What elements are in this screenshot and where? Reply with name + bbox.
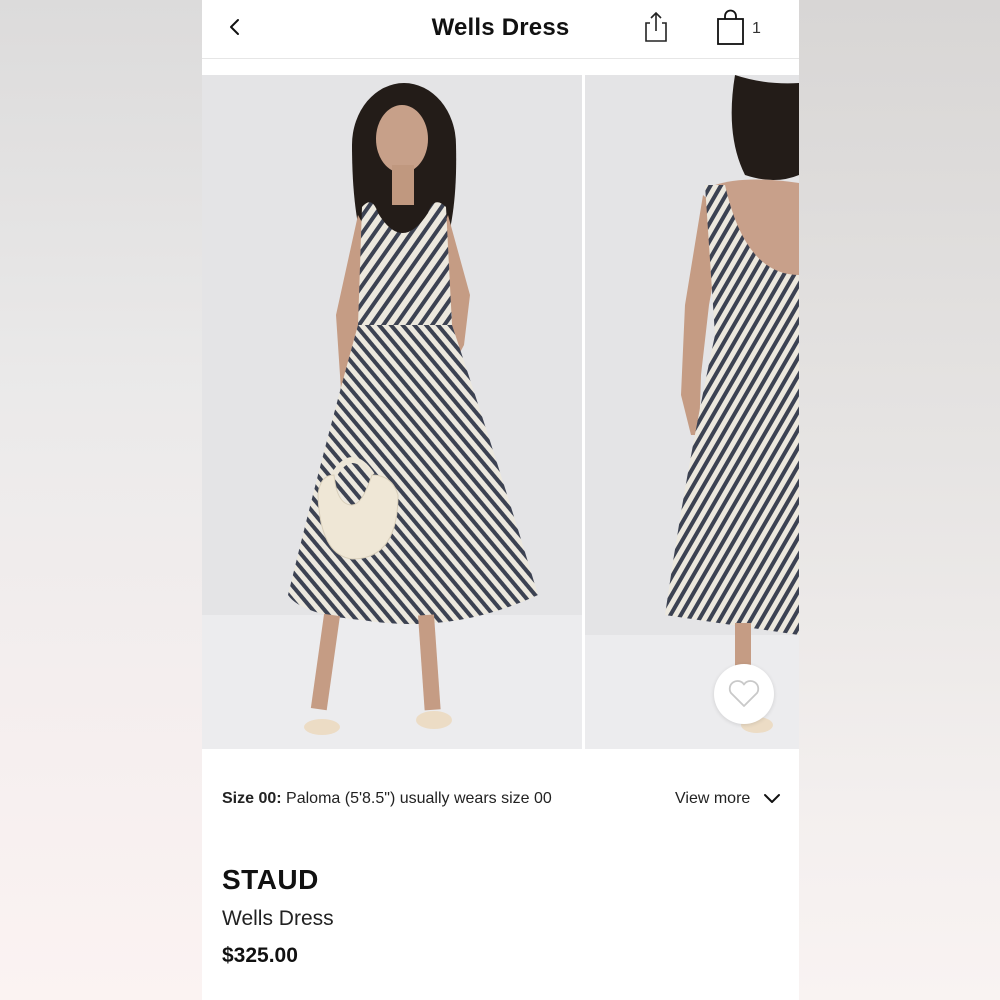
- shopping-bag-icon: [717, 9, 744, 45]
- size-description: Paloma (5'8.5") usually wears size 00: [286, 790, 552, 807]
- view-more-button[interactable]: View more: [675, 790, 780, 808]
- share-button[interactable]: [642, 10, 670, 44]
- product-price: $325.00: [222, 944, 298, 967]
- app-screen: Wells Dress 1 Size 00: Paloma (5'8.5") u…: [202, 0, 799, 1000]
- top-bar: Wells Dress 1: [202, 0, 799, 59]
- image-carousel[interactable]: [202, 75, 799, 749]
- product-photo-back[interactable]: [585, 75, 799, 749]
- heart-icon: [728, 680, 760, 707]
- background-right: [798, 0, 1000, 1000]
- wishlist-button[interactable]: [714, 664, 774, 724]
- chevron-down-icon: [764, 794, 780, 803]
- product-name: Wells Dress: [222, 907, 334, 930]
- background-left: [0, 0, 202, 1000]
- view-more-label: View more: [675, 790, 751, 807]
- page-title: Wells Dress: [431, 14, 570, 41]
- size-label: Size 00:: [222, 790, 282, 807]
- bag-button[interactable]: [714, 8, 748, 46]
- product-photo-front[interactable]: [202, 75, 582, 749]
- bag-count-badge: 1: [752, 20, 761, 37]
- brand-name[interactable]: STAUD: [222, 864, 319, 896]
- share-icon: [645, 11, 667, 42]
- size-info: Size 00: Paloma (5'8.5") usually wears s…: [222, 790, 552, 808]
